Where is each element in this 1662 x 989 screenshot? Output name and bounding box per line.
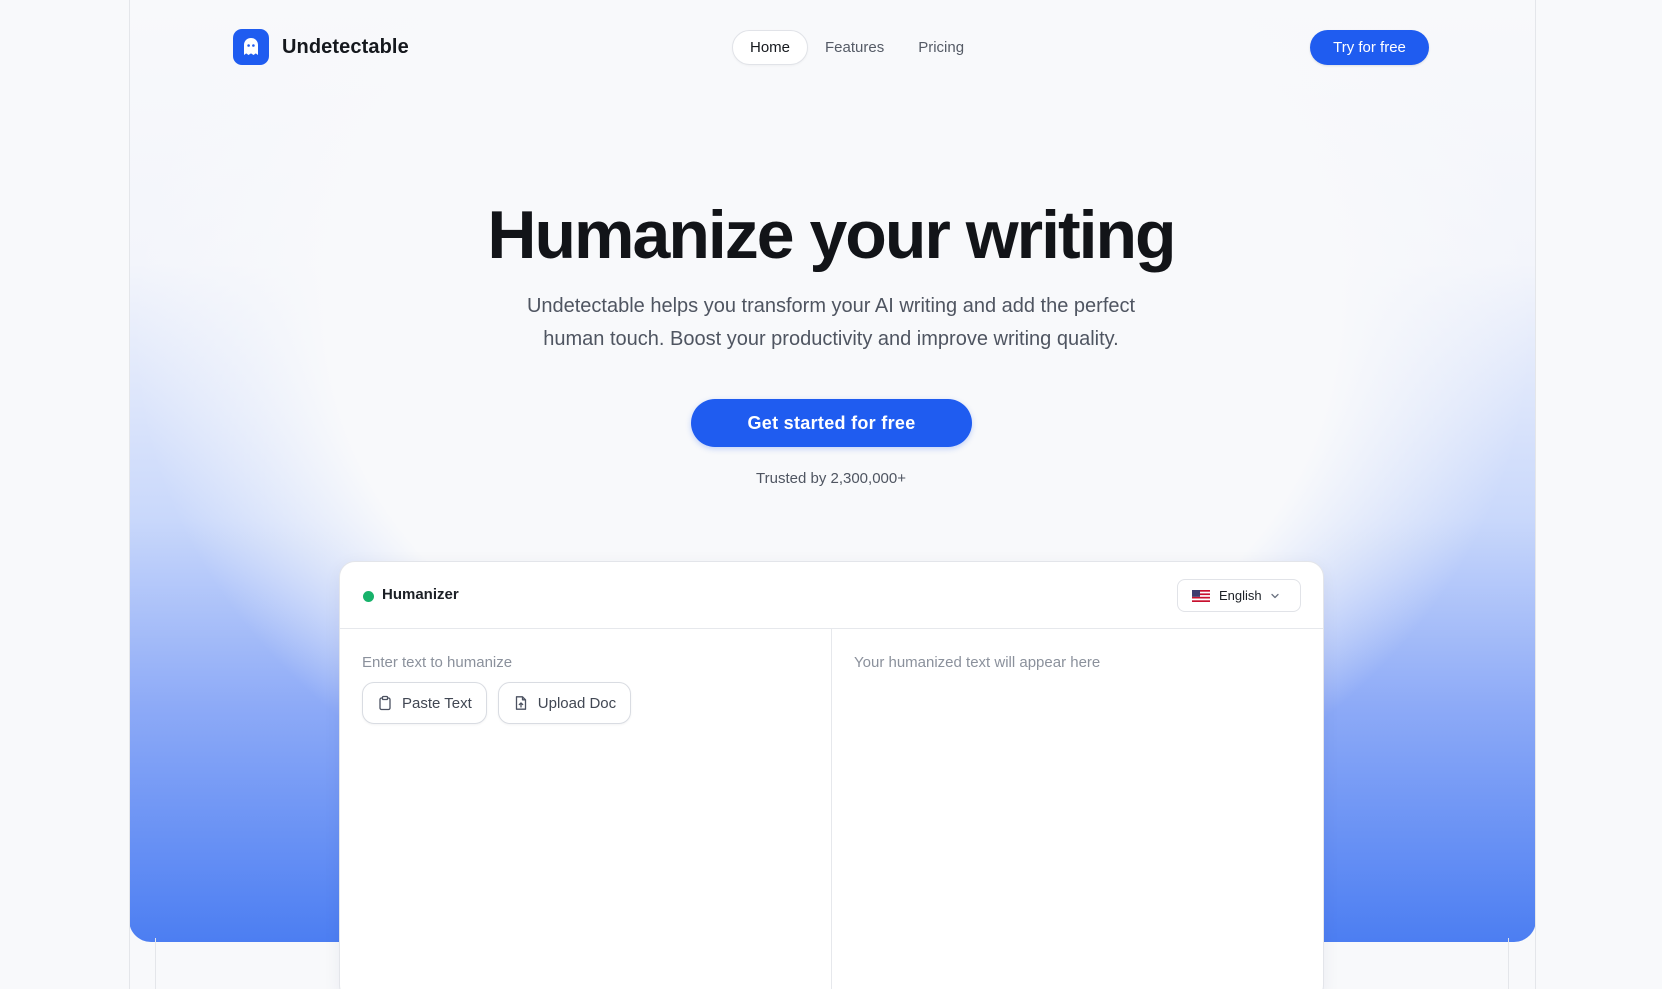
humanizer-title: Humanizer bbox=[382, 586, 459, 603]
humanizer-card: Humanizer English Enter text to humanize… bbox=[339, 561, 1324, 989]
upload-doc-label: Upload Doc bbox=[537, 694, 617, 712]
brand-name: Undetectable bbox=[282, 35, 409, 58]
hero-title: Humanize your writing bbox=[487, 197, 1176, 273]
file-upload-icon bbox=[515, 696, 526, 710]
site-header: Undetectable Home Features Pricing Try f… bbox=[0, 0, 1662, 94]
status-dot-icon bbox=[363, 591, 374, 602]
input-placeholder[interactable]: Enter text to humanize bbox=[362, 654, 512, 671]
get-started-button[interactable]: Get started for free bbox=[691, 399, 972, 447]
us-flag-icon bbox=[1192, 589, 1210, 602]
try-for-free-button[interactable]: Try for free bbox=[1310, 30, 1429, 65]
hero-subtitle-line: human touch. Boost your productivity and… bbox=[543, 328, 1119, 350]
output-placeholder: Your humanized text will appear here bbox=[854, 654, 1101, 671]
page: Undetectable Home Features Pricing Try f… bbox=[0, 0, 1662, 989]
language-selected: English bbox=[1219, 588, 1262, 603]
paste-text-label: Paste Text bbox=[402, 694, 472, 712]
nav-item-home[interactable]: Home bbox=[732, 30, 809, 65]
main-nav: Home Features Pricing bbox=[732, 30, 981, 65]
language-select[interactable]: English bbox=[1177, 579, 1301, 612]
input-pane[interactable]: Enter text to humanize Paste Text Upload… bbox=[340, 629, 832, 989]
input-actions: Paste Text Upload Doc bbox=[362, 682, 632, 724]
humanizer-card-header: Humanizer English bbox=[340, 562, 1323, 629]
humanizer-panes: Enter text to humanize Paste Text Upload… bbox=[340, 629, 1323, 989]
hero-subtitle: Undetectable helps you transform your AI… bbox=[500, 290, 1162, 356]
chevron-down-icon bbox=[1270, 593, 1279, 598]
clipboard-icon bbox=[379, 695, 391, 711]
output-pane: Your humanized text will appear here bbox=[832, 629, 1323, 989]
brand[interactable]: Undetectable bbox=[233, 29, 409, 65]
trusted-by-text: Trusted by 2,300,000+ bbox=[756, 470, 906, 487]
hero-subtitle-line: Undetectable helps you transform your AI… bbox=[526, 295, 1136, 317]
paste-text-button[interactable]: Paste Text bbox=[362, 682, 487, 724]
nav-item-features[interactable]: Features bbox=[808, 30, 901, 65]
upload-doc-button[interactable]: Upload Doc bbox=[497, 682, 632, 724]
nav-item-pricing[interactable]: Pricing bbox=[901, 30, 981, 65]
ghost-icon bbox=[233, 29, 269, 65]
